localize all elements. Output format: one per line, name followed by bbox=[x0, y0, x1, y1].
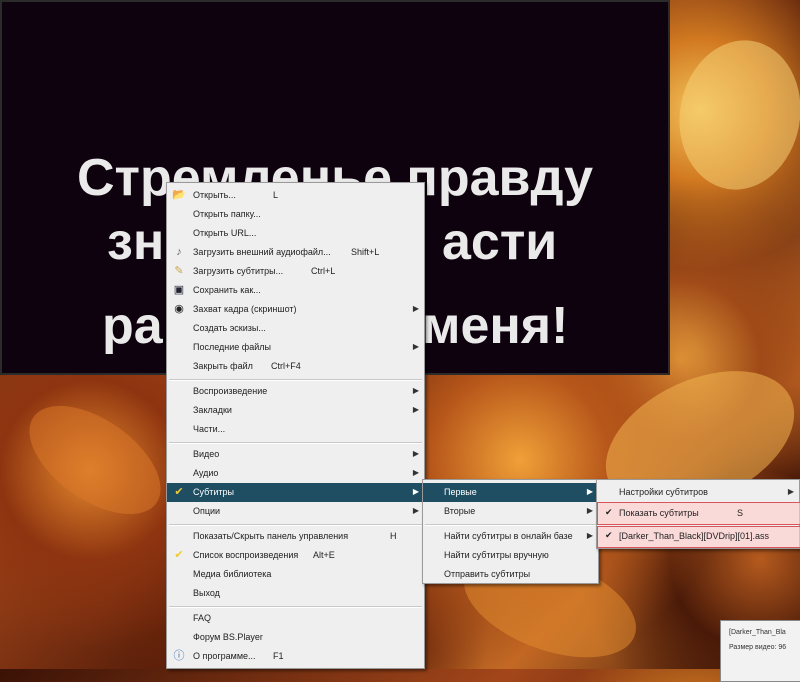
menu-item-save-as[interactable]: ▣ Сохранить как... bbox=[167, 281, 424, 300]
menu-item-bookmarks[interactable]: Закладки ▶ bbox=[167, 401, 424, 420]
open-folder-icon: 📂 bbox=[172, 189, 186, 201]
menu-separator bbox=[169, 442, 422, 444]
subtitle-line-2-right: асти bbox=[442, 213, 558, 271]
menu-item-load-subtitles[interactable]: ✎ Загрузить субтитры... Ctrl+L bbox=[167, 262, 424, 281]
menu-item-close-file[interactable]: Закрыть файл Ctrl+F4 bbox=[167, 357, 424, 376]
menu-separator bbox=[169, 606, 422, 608]
subtitle-load-icon: ✎ bbox=[174, 265, 184, 277]
camera-icon: ◉ bbox=[174, 303, 184, 315]
subtitle-line-2-left: зн bbox=[107, 213, 165, 271]
submenu-item-send[interactable]: Отправить субтитры bbox=[423, 565, 598, 584]
submenu-arrow-icon: ▶ bbox=[586, 506, 593, 515]
third-item-subtitle-settings[interactable]: Настройки субтитров ▶ bbox=[597, 483, 799, 502]
submenu-arrow-icon: ▶ bbox=[412, 468, 419, 477]
menu-item-open-folder[interactable]: Открыть папку... bbox=[167, 205, 424, 224]
submenu-arrow-icon: ▶ bbox=[412, 487, 419, 496]
first-subtitles-submenu: Настройки субтитров ▶ ✔ Показать субтитр… bbox=[596, 479, 800, 549]
menu-item-audio[interactable]: Аудио ▶ bbox=[167, 464, 424, 483]
third-item-subtitle-file[interactable]: ✔ [Darker_Than_Black][DVDrip][01].ass bbox=[597, 527, 799, 546]
menu-item-open-url[interactable]: Открыть URL... bbox=[167, 224, 424, 243]
submenu-arrow-icon: ▶ bbox=[586, 531, 593, 540]
check-icon: ✔ bbox=[605, 530, 613, 540]
submenu-arrow-icon: ▶ bbox=[586, 487, 593, 496]
save-icon: ▣ bbox=[173, 284, 185, 296]
subtitles-submenu: Первые ▶ Вторые ▶ Найти субтитры в онлай… bbox=[422, 479, 599, 584]
menu-item-forum[interactable]: Форум BS.Player bbox=[167, 628, 424, 647]
submenu-arrow-icon: ▶ bbox=[787, 487, 794, 496]
submenu-arrow-icon: ▶ bbox=[412, 506, 419, 515]
menu-item-playback[interactable]: Воспроизведение ▶ bbox=[167, 382, 424, 401]
wallpaper-flame bbox=[667, 30, 800, 200]
submenu-item-find-online[interactable]: Найти субтитры в онлайн базе ▶ bbox=[423, 527, 598, 546]
submenu-item-first[interactable]: Первые ▶ bbox=[423, 483, 598, 502]
menu-item-open[interactable]: 📂 Открыть... L bbox=[167, 186, 424, 205]
third-item-show-subtitles[interactable]: ✔ Показать субтитры S bbox=[597, 504, 799, 523]
menu-item-media-library[interactable]: Медиа библиотека bbox=[167, 565, 424, 584]
menu-item-thumbnails[interactable]: Создать эскизы... bbox=[167, 319, 424, 338]
check-icon: ✔ bbox=[605, 507, 613, 517]
submenu-item-second[interactable]: Вторые ▶ bbox=[423, 502, 598, 521]
menu-item-chapters[interactable]: Части... bbox=[167, 420, 424, 439]
menu-item-load-audio[interactable]: ♪ Загрузить внешний аудиофайл... Shift+L bbox=[167, 243, 424, 262]
menu-item-subtitles[interactable]: ✔ Субтитры ▶ bbox=[167, 483, 424, 502]
info-icon: ⓘ bbox=[173, 650, 185, 662]
context-menu: 📂 Открыть... L Открыть папку... Открыть … bbox=[166, 182, 425, 669]
menu-item-toggle-panel[interactable]: Показать/Скрыть панель управления H bbox=[167, 527, 424, 546]
menu-item-exit[interactable]: Выход bbox=[167, 584, 424, 603]
menu-item-playlist[interactable]: ✔ Список воспроизведения Alt+E bbox=[167, 546, 424, 565]
submenu-arrow-icon: ▶ bbox=[412, 342, 419, 351]
menu-item-video[interactable]: Видео ▶ bbox=[167, 445, 424, 464]
menu-item-recent-files[interactable]: Последние файлы ▶ bbox=[167, 338, 424, 357]
submenu-arrow-icon: ▶ bbox=[412, 405, 419, 414]
menu-item-screenshot[interactable]: ◉ Захват кадра (скриншот) ▶ bbox=[167, 300, 424, 319]
menu-separator bbox=[169, 524, 422, 526]
submenu-arrow-icon: ▶ bbox=[412, 304, 419, 313]
menu-item-about[interactable]: ⓘ О программе... F1 bbox=[167, 647, 424, 666]
file-info-name: [Darker_Than_Bla bbox=[729, 629, 786, 636]
file-info-size: Размер видео: 96 bbox=[729, 644, 787, 651]
submenu-arrow-icon: ▶ bbox=[412, 386, 419, 395]
wallpaper-flame bbox=[10, 384, 180, 536]
playlist-icon: ✔ bbox=[174, 549, 184, 561]
menu-separator bbox=[425, 524, 596, 526]
menu-separator bbox=[169, 379, 422, 381]
audio-load-icon: ♪ bbox=[176, 246, 182, 258]
submenu-item-find-manual[interactable]: Найти субтитры вручную bbox=[423, 546, 598, 565]
subtitle-line-3-left: ра bbox=[102, 297, 163, 355]
menu-item-options[interactable]: Опции ▶ bbox=[167, 502, 424, 521]
subtitles-icon: ✔ bbox=[174, 486, 184, 498]
submenu-arrow-icon: ▶ bbox=[412, 449, 419, 458]
file-info-box: [Darker_Than_Bla Размер видео: 96 bbox=[720, 620, 800, 682]
subtitle-line-3-right: меня! bbox=[422, 297, 569, 355]
menu-item-faq[interactable]: FAQ bbox=[167, 609, 424, 628]
